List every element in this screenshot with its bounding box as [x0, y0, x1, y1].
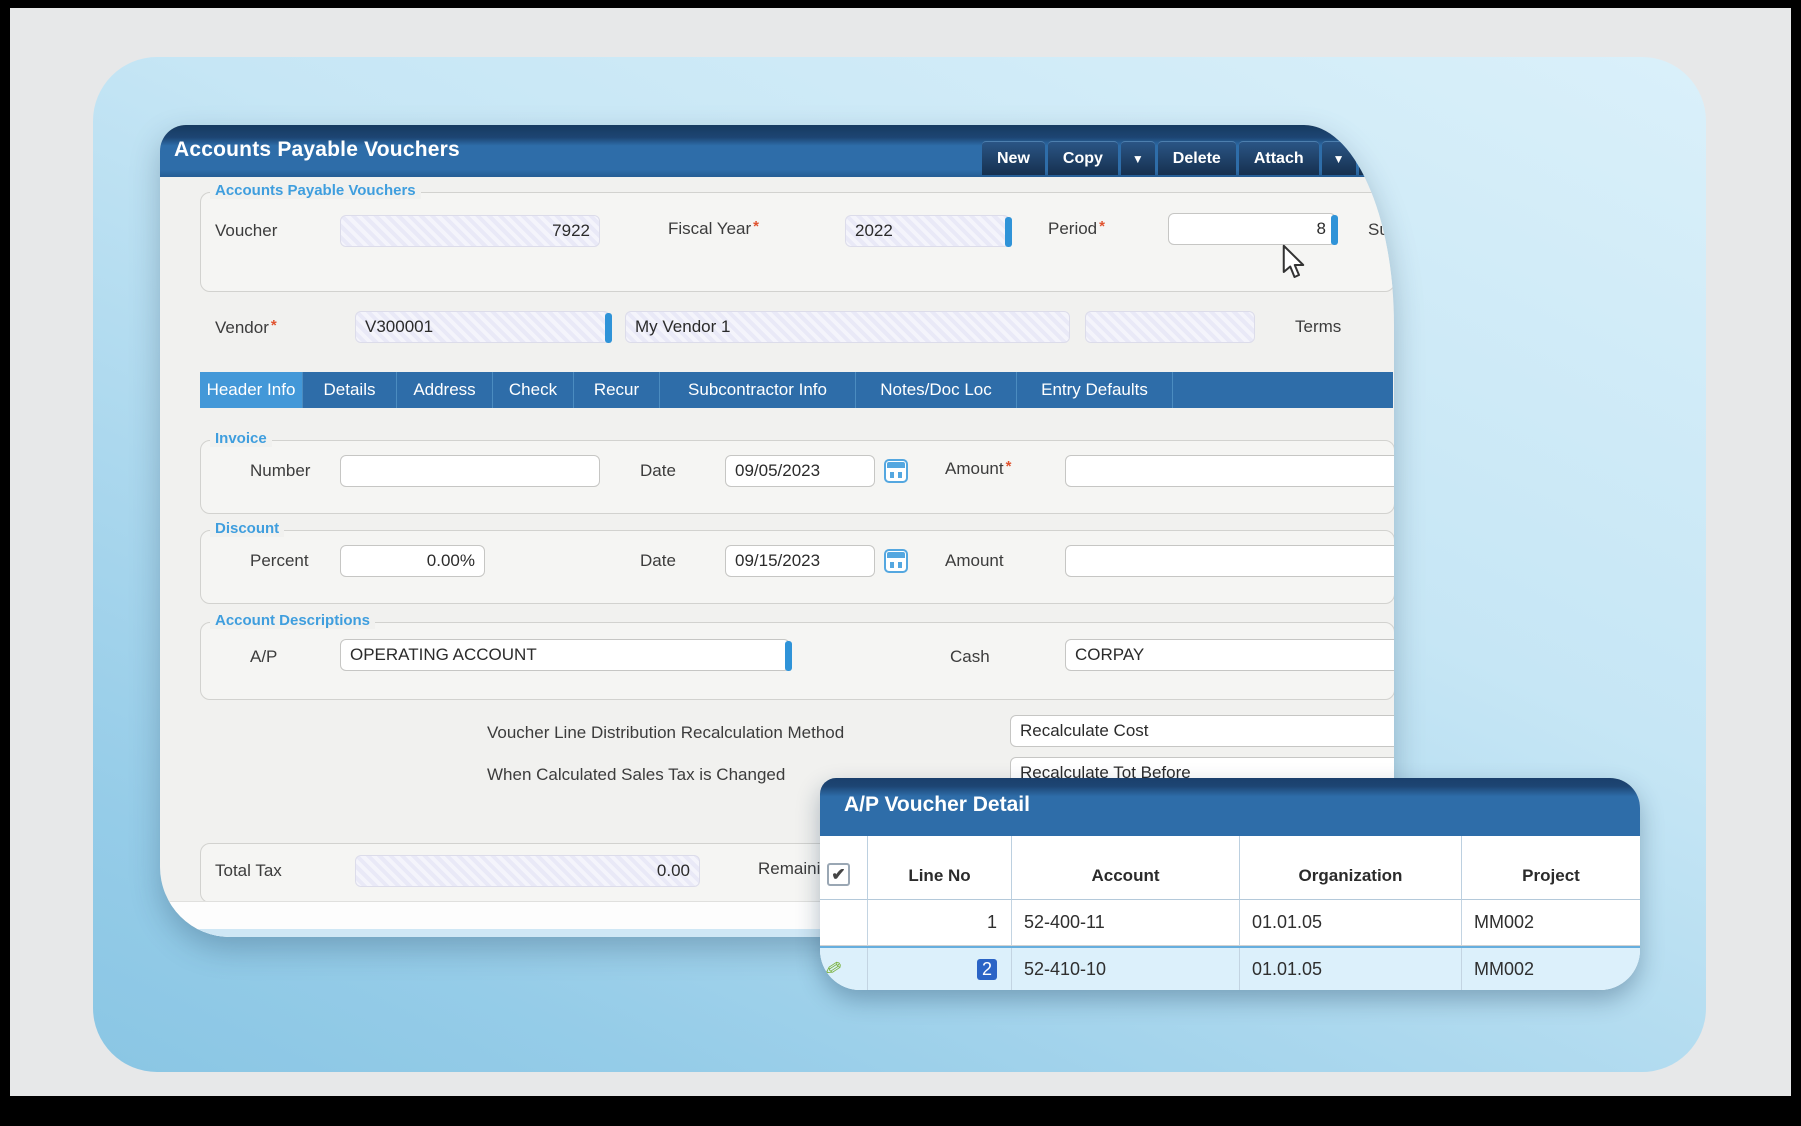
fiscal-year-label: Fiscal Year*: [668, 218, 759, 239]
voucher-label: Voucher: [215, 221, 277, 241]
window-titlebar: Accounts Payable Vouchers New Copy ▼ Del…: [160, 125, 1394, 177]
screenshot-frame: Accounts Payable Vouchers New Copy ▼ Del…: [0, 0, 1801, 1126]
discount-amount-input[interactable]: [1065, 545, 1394, 577]
copy-button[interactable]: Copy: [1048, 141, 1118, 175]
selected-line-no: 2: [977, 959, 997, 980]
detail-table-header: ✔ Line No Account Organization Project: [820, 836, 1640, 900]
row-select-cell[interactable]: [820, 900, 868, 945]
attach-dropdown-arrow-icon[interactable]: ▼: [1322, 141, 1356, 175]
edit-pencil-icon: ✎: [822, 955, 844, 983]
terms-label: Terms: [1295, 317, 1341, 337]
tab-notes-doc-loc[interactable]: Notes/Doc Loc: [856, 372, 1017, 408]
voucher-field[interactable]: 7922: [340, 215, 600, 247]
invoice-date-label: Date: [640, 461, 676, 481]
sales-tax-changed-label: When Calculated Sales Tax is Changed: [487, 765, 785, 785]
vendor-code-field[interactable]: V300001: [355, 311, 610, 343]
calendar-icon[interactable]: [884, 459, 908, 483]
tab-bar: Header Info Details Address Check Recur …: [200, 372, 1393, 408]
discount-date-label: Date: [640, 551, 676, 571]
window-title: Accounts Payable Vouchers: [174, 138, 460, 162]
required-star-icon: *: [753, 218, 759, 235]
column-header-line-no[interactable]: Line No: [868, 836, 1012, 900]
column-header-organization[interactable]: Organization: [1240, 836, 1462, 900]
cash-account-field[interactable]: CORPAY: [1065, 639, 1394, 671]
ap-voucher-detail-window: A/P Voucher Detail ✔ Line No Account Org…: [820, 778, 1640, 990]
select-all-cell: ✔: [820, 836, 868, 900]
vendor-label: Vendor*: [215, 317, 277, 338]
field-caret-icon: [605, 313, 612, 343]
tab-bar-filler: [1173, 372, 1393, 408]
cash-account-label: Cash: [950, 647, 990, 667]
invoice-number-label: Number: [250, 461, 310, 481]
ap-account-label: A/P: [250, 647, 277, 667]
new-button[interactable]: New: [982, 141, 1045, 175]
discount-group-label: Discount: [210, 520, 284, 537]
fiscal-year-field[interactable]: 2022: [845, 215, 1010, 247]
line-no-cell[interactable]: 2: [868, 948, 1012, 990]
copy-dropdown-arrow-icon[interactable]: ▼: [1121, 141, 1155, 175]
field-caret-icon: [1005, 217, 1012, 247]
invoice-date-input[interactable]: 09/05/2023: [725, 455, 875, 487]
field-caret-icon: [1331, 215, 1338, 245]
row-select-cell[interactable]: ✎: [820, 948, 868, 990]
discount-percent-input[interactable]: 0.00%: [340, 545, 485, 577]
table-row-selected[interactable]: ✎ 2 52-410-10 01.01.05 MM002: [820, 946, 1640, 990]
email-button[interactable]: Email: [1359, 141, 1395, 175]
discount-amount-label: Amount: [945, 551, 1004, 571]
tab-entry-defaults[interactable]: Entry Defaults: [1017, 372, 1173, 408]
line-no-cell[interactable]: 1: [868, 900, 1012, 945]
project-cell[interactable]: MM002: [1462, 948, 1640, 990]
recalc-method-label: Voucher Line Distribution Recalculation …: [487, 723, 844, 743]
total-tax-label: Total Tax: [215, 861, 282, 881]
project-cell[interactable]: MM002: [1462, 900, 1640, 945]
attach-button[interactable]: Attach: [1239, 141, 1319, 175]
mouse-cursor-icon: [1280, 244, 1310, 285]
select-all-checkbox[interactable]: ✔: [827, 863, 850, 886]
discount-percent-label: Percent: [250, 551, 309, 571]
account-cell[interactable]: 52-410-10: [1012, 948, 1240, 990]
recalc-method-select[interactable]: Recalculate Cost: [1010, 715, 1394, 747]
required-star-icon: *: [1099, 218, 1105, 235]
tab-subcontractor-info[interactable]: Subcontractor Info: [660, 372, 856, 408]
required-star-icon: *: [271, 317, 277, 334]
detail-titlebar: A/P Voucher Detail: [820, 778, 1640, 836]
organization-cell[interactable]: 01.01.05: [1240, 900, 1462, 945]
subperiod-label: Su: [1368, 220, 1389, 240]
period-label: Period*: [1048, 218, 1105, 239]
vendor-extra-field[interactable]: [1085, 311, 1255, 343]
tab-address[interactable]: Address: [397, 372, 493, 408]
field-caret-icon: [785, 641, 792, 671]
header-group-label: Accounts Payable Vouchers: [210, 182, 421, 199]
invoice-amount-input[interactable]: [1065, 455, 1394, 487]
invoice-number-input[interactable]: [340, 455, 600, 487]
account-descriptions-group-label: Account Descriptions: [210, 612, 375, 629]
calendar-icon[interactable]: [884, 549, 908, 573]
total-tax-field[interactable]: 0.00: [355, 855, 700, 887]
tab-header-info[interactable]: Header Info: [200, 372, 303, 408]
invoice-group-label: Invoice: [210, 430, 272, 447]
organization-cell[interactable]: 01.01.05: [1240, 948, 1462, 990]
delete-button[interactable]: Delete: [1158, 141, 1236, 175]
vendor-name-field[interactable]: My Vendor 1: [625, 311, 1070, 343]
invoice-amount-label: Amount*: [945, 458, 1011, 479]
table-row[interactable]: 1 52-400-11 01.01.05 MM002: [820, 900, 1640, 946]
ap-account-field[interactable]: OPERATING ACCOUNT: [340, 639, 790, 671]
required-star-icon: *: [1006, 458, 1012, 475]
window-toolbar: New Copy ▼ Delete Attach ▼ Email A: [982, 141, 1394, 175]
period-field[interactable]: 8: [1168, 213, 1336, 245]
tab-recur[interactable]: Recur: [574, 372, 660, 408]
discount-date-input[interactable]: 09/15/2023: [725, 545, 875, 577]
tab-details[interactable]: Details: [303, 372, 397, 408]
column-header-project[interactable]: Project: [1462, 836, 1640, 900]
column-header-account[interactable]: Account: [1012, 836, 1240, 900]
account-cell[interactable]: 52-400-11: [1012, 900, 1240, 945]
detail-title: A/P Voucher Detail: [844, 793, 1030, 817]
tab-check[interactable]: Check: [493, 372, 574, 408]
